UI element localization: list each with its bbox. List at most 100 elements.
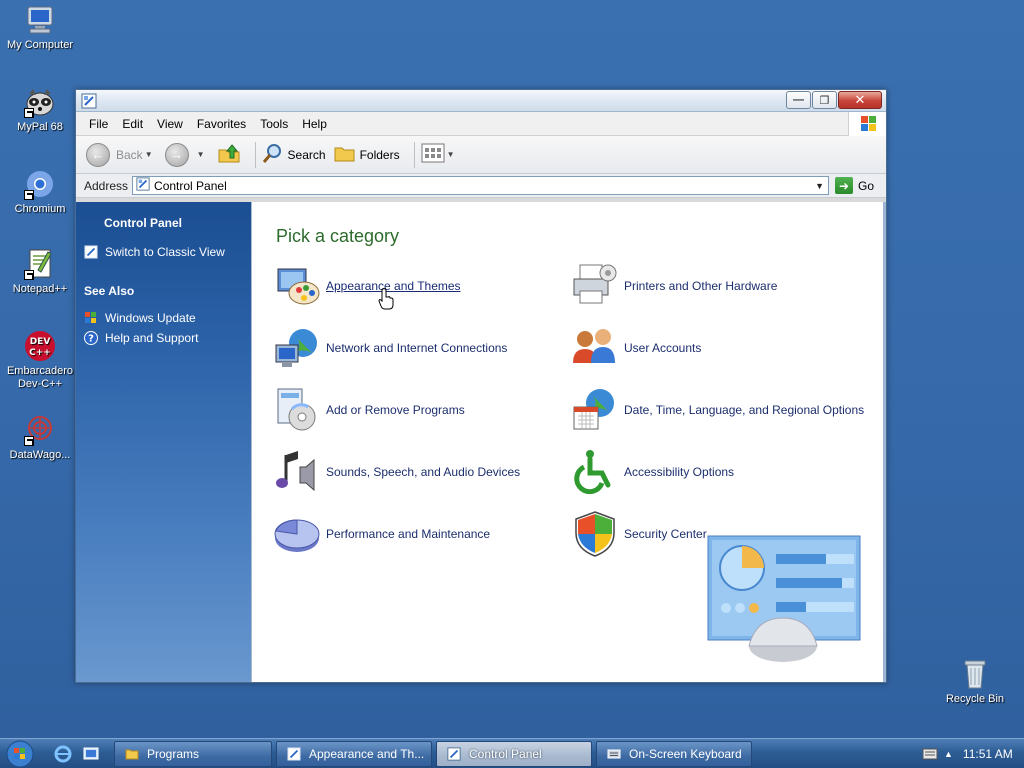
- recycle-bin-icon: [959, 658, 991, 690]
- desktop-icon-my-computer[interactable]: My Computer: [1, 4, 79, 52]
- desktop-icon-label: My Computer: [6, 39, 74, 51]
- help-support-link[interactable]: ? Help and Support: [76, 328, 251, 348]
- category-accessibility[interactable]: Accessibility Options: [570, 445, 734, 499]
- up-folder-button[interactable]: [217, 141, 241, 168]
- views-button[interactable]: ▼: [421, 143, 459, 166]
- taskbar-button-appearance[interactable]: Appearance and Th...: [276, 740, 432, 767]
- show-hidden-icons-icon[interactable]: ▲: [944, 749, 953, 759]
- keyboard-tray-icon[interactable]: [922, 747, 938, 761]
- category-label: Sounds, Speech, and Audio Devices: [326, 465, 521, 479]
- window-content: Control Panel Switch to Classic View See…: [76, 202, 886, 682]
- see-also-heading: See Also: [84, 284, 135, 298]
- desktop-icon-label: Recycle Bin: [945, 693, 1005, 705]
- svg-text:C++: C++: [29, 348, 51, 358]
- computer-icon: [24, 4, 56, 36]
- folders-button[interactable]: Folders: [334, 142, 400, 167]
- windows-logo-icon: [848, 112, 886, 136]
- desktop-icon-datawago[interactable]: DataWago...: [1, 414, 79, 462]
- svg-text:DEV: DEV: [30, 337, 51, 347]
- desktop-icon-mypal[interactable]: MyPal 68: [1, 86, 79, 134]
- keyboard-icon: [607, 747, 621, 761]
- window-titlebar[interactable]: — ❐ ✕: [76, 90, 886, 112]
- menu-view[interactable]: View: [150, 112, 190, 136]
- appearance-themes-icon: [272, 261, 322, 311]
- control-panel-icon: [136, 177, 150, 194]
- minimize-icon: —: [793, 94, 804, 106]
- system-tray: ▲ 11:51 AM: [918, 739, 1024, 768]
- windows-update-link[interactable]: Windows Update: [76, 308, 251, 328]
- maximize-button[interactable]: ❐: [812, 91, 837, 109]
- sidebar-heading: Control Panel: [104, 216, 183, 230]
- search-icon: [262, 142, 284, 167]
- toolbar-separator: [413, 141, 415, 168]
- minimize-button[interactable]: —: [786, 91, 811, 109]
- taskbar-button-programs[interactable]: Programs: [114, 740, 272, 767]
- category-sounds-speech-audio[interactable]: Sounds, Speech, and Audio Devices: [272, 445, 520, 499]
- show-desktop-icon[interactable]: [82, 745, 100, 763]
- network-globe-icon: [272, 323, 322, 373]
- add-remove-programs-icon: [272, 385, 322, 435]
- desktop-icon-chromium[interactable]: Chromium: [1, 168, 79, 216]
- forward-button[interactable]: → ▼: [164, 142, 209, 167]
- category-performance-maintenance[interactable]: Performance and Maintenance: [272, 507, 490, 561]
- start-button[interactable]: [0, 739, 40, 768]
- control-panel-window: — ❐ ✕ File Edit View Favorites Tools Hel…: [75, 89, 887, 683]
- taskbar-clock[interactable]: 11:51 AM: [963, 747, 1013, 761]
- taskbar-button-label: On-Screen Keyboard: [629, 746, 742, 761]
- raccoon-icon: [24, 86, 56, 118]
- chevron-down-icon[interactable]: ▼: [145, 150, 153, 159]
- category-label: Accessibility Options: [624, 465, 735, 479]
- desktop-icon-label: DataWago...: [9, 449, 71, 461]
- category-network-internet[interactable]: Network and Internet Connections: [272, 321, 507, 375]
- folder-icon: [125, 747, 139, 761]
- address-bar: Address Control Panel ▼ ➜ Go: [76, 174, 886, 198]
- search-button[interactable]: Search: [262, 142, 326, 167]
- taskbar-button-label: Programs: [147, 746, 200, 761]
- help-support-label: Help and Support: [105, 331, 199, 345]
- chevron-down-icon[interactable]: ▼: [811, 177, 828, 194]
- folder-icon: [334, 142, 356, 167]
- category-date-time-language[interactable]: Date, Time, Language, and Regional Optio…: [570, 383, 864, 437]
- menu-favorites[interactable]: Favorites: [190, 112, 253, 136]
- category-add-remove-programs[interactable]: Add or Remove Programs: [272, 383, 465, 437]
- chromium-icon: [24, 168, 56, 200]
- windows-orb-icon: [6, 740, 34, 767]
- desktop-icon-label: Notepad++: [12, 283, 68, 295]
- shortcut-arrow-icon: [24, 108, 34, 118]
- menu-help[interactable]: Help: [295, 112, 334, 136]
- taskbar-button-control-panel[interactable]: Control Panel: [436, 740, 592, 767]
- category-security-center[interactable]: Security Center: [570, 507, 707, 561]
- menu-bar: File Edit View Favorites Tools Help: [76, 112, 886, 136]
- menu-edit[interactable]: Edit: [115, 112, 150, 136]
- control-panel-icon: [84, 245, 98, 259]
- switch-classic-view-link[interactable]: Switch to Classic View: [76, 242, 251, 262]
- desktop-icon-devcpp[interactable]: DEV C++ Embarcadero Dev-C++: [1, 330, 79, 391]
- back-button[interactable]: ← Back ▼: [86, 142, 157, 167]
- toolbar: ← Back ▼ → ▼ Search Folders ▼: [76, 136, 886, 174]
- category-user-accounts[interactable]: User Accounts: [570, 321, 701, 375]
- taskbar-button-onscreen-keyboard[interactable]: On-Screen Keyboard: [596, 740, 752, 767]
- desktop-icon-notepadpp[interactable]: Notepad++: [1, 248, 79, 296]
- address-input[interactable]: Control Panel ▼: [132, 176, 830, 195]
- desktop-icon-recycle-bin[interactable]: Recycle Bin: [936, 658, 1014, 706]
- chevron-down-icon[interactable]: ▼: [197, 150, 205, 159]
- category-appearance-themes[interactable]: Appearance and Themes: [272, 259, 461, 313]
- close-icon: ✕: [854, 92, 866, 107]
- hand-cursor-icon: [378, 288, 394, 313]
- go-button[interactable]: ➜ Go: [835, 177, 874, 194]
- close-button[interactable]: ✕: [838, 91, 882, 109]
- category-label: Network and Internet Connections: [326, 341, 508, 355]
- security-shield-icon: [570, 509, 620, 559]
- control-panel-watermark: [707, 535, 861, 662]
- category-pane: Pick a category Appearance and Themes Ne…: [252, 202, 886, 682]
- category-printers-hardware[interactable]: Printers and Other Hardware: [570, 259, 777, 313]
- restore-icon: ❐: [819, 94, 830, 107]
- menu-file[interactable]: File: [82, 112, 115, 136]
- shortcut-arrow-icon: [24, 436, 34, 446]
- desktop-icon-label: Embarcadero Dev-C++: [6, 365, 74, 390]
- menu-tools[interactable]: Tools: [253, 112, 295, 136]
- internet-explorer-icon[interactable]: [54, 745, 72, 763]
- category-label: Date, Time, Language, and Regional Optio…: [624, 403, 865, 417]
- chevron-down-icon[interactable]: ▼: [447, 150, 455, 159]
- views-icon: [421, 143, 445, 166]
